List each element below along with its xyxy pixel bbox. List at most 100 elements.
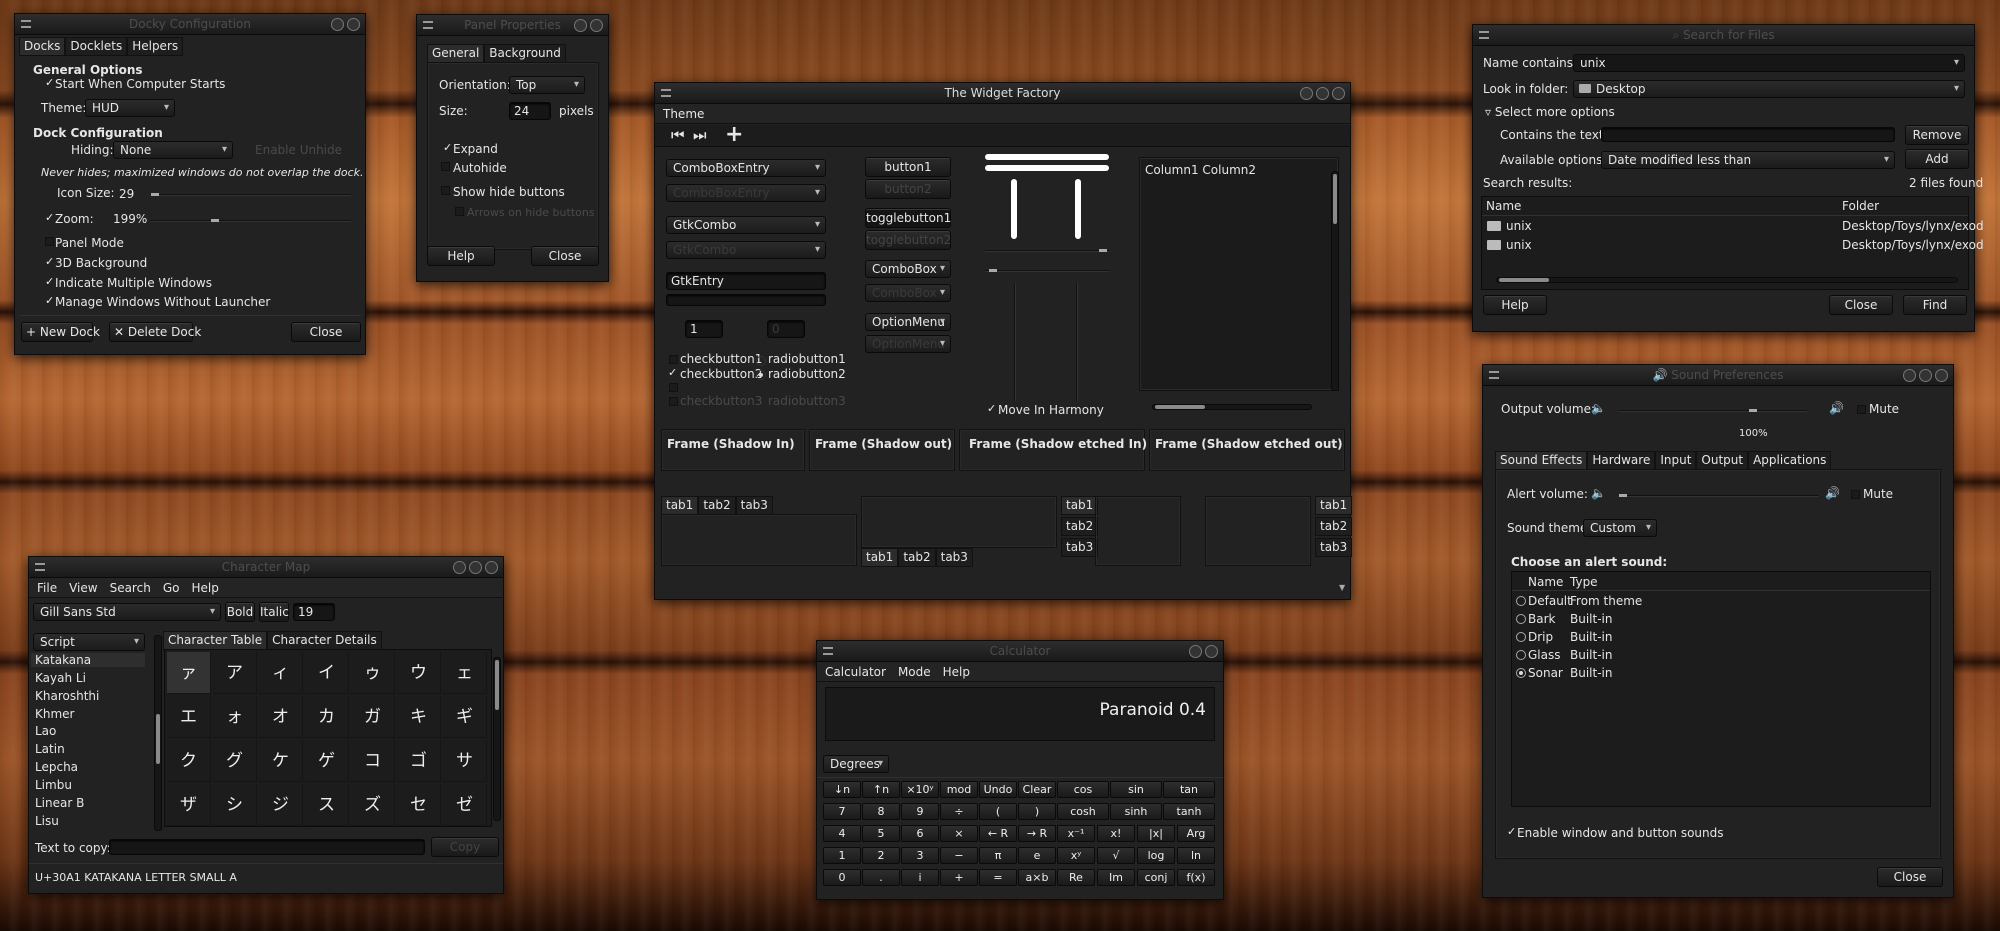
close-icon[interactable] bbox=[590, 19, 603, 32]
arrows-box[interactable] bbox=[455, 207, 464, 216]
calc-key[interactable]: 2 bbox=[862, 847, 900, 864]
gtk-entry-disabled[interactable] bbox=[666, 294, 826, 306]
mute-checkbox[interactable]: Mute bbox=[1869, 402, 1899, 416]
minimize-icon[interactable] bbox=[331, 18, 344, 31]
script-item-katakana[interactable]: Katakana bbox=[31, 653, 145, 667]
calc-key[interactable]: . bbox=[862, 869, 900, 886]
autohide-box[interactable] bbox=[441, 162, 450, 171]
show-hide-box[interactable] bbox=[441, 186, 450, 195]
character-cell[interactable]: ア bbox=[213, 652, 257, 694]
output-volume-slider[interactable] bbox=[1619, 410, 1807, 412]
character-cell[interactable]: エ bbox=[167, 696, 211, 738]
tab2[interactable]: tab2 bbox=[1061, 517, 1099, 536]
bold-button[interactable]: Bold bbox=[225, 602, 255, 622]
calc-key[interactable]: x! bbox=[1097, 825, 1135, 842]
tab2[interactable]: tab2 bbox=[698, 496, 736, 515]
titlebar[interactable]: 🔊 Sound Preferences bbox=[1483, 365, 1953, 386]
list-item[interactable]: Glass Built-in bbox=[1512, 646, 1930, 663]
character-cell[interactable]: ギ bbox=[443, 696, 487, 738]
maximize-icon[interactable] bbox=[1316, 87, 1329, 100]
hscale-2-thumb[interactable] bbox=[989, 269, 997, 272]
button1[interactable]: button1 bbox=[865, 157, 951, 177]
calc-key[interactable]: |x| bbox=[1137, 825, 1175, 842]
close-button[interactable]: Close bbox=[1877, 867, 1943, 887]
list-item[interactable]: Default From theme bbox=[1512, 592, 1930, 609]
calc-key[interactable]: → R bbox=[1018, 825, 1056, 842]
calc-key[interactable]: conj bbox=[1137, 869, 1175, 886]
character-cell[interactable]: ゥ bbox=[351, 652, 395, 694]
alert-volume-thumb[interactable] bbox=[1619, 494, 1627, 497]
radiobutton1[interactable]: radiobutton1 bbox=[768, 352, 846, 366]
calc-key[interactable]: ln bbox=[1177, 847, 1215, 864]
calc-key[interactable]: 9 bbox=[901, 803, 939, 820]
expand-checkbox[interactable]: Expand bbox=[453, 142, 498, 156]
close-icon[interactable] bbox=[485, 561, 498, 574]
calc-key[interactable]: 1 bbox=[823, 847, 861, 864]
menu-view[interactable]: View bbox=[69, 581, 97, 595]
script-item[interactable]: Lepcha bbox=[35, 760, 78, 774]
tab-hardware[interactable]: Hardware bbox=[1587, 451, 1656, 470]
gtkcombo-2[interactable]: GtkCombo bbox=[666, 241, 826, 259]
calc-key[interactable]: ← R bbox=[979, 825, 1017, 842]
calc-key[interactable]: − bbox=[940, 847, 978, 864]
calc-key[interactable]: ( bbox=[979, 803, 1017, 820]
comboboxentry-2[interactable]: ComboBoxEntry bbox=[666, 184, 826, 202]
script-item[interactable]: Lao bbox=[35, 724, 56, 738]
character-cell[interactable]: ジ bbox=[259, 784, 303, 826]
close-button[interactable]: Close bbox=[531, 246, 599, 266]
column-name-header[interactable]: Name bbox=[1528, 575, 1563, 589]
character-cell[interactable]: ェ bbox=[443, 652, 487, 694]
calc-key[interactable]: Undo bbox=[979, 781, 1017, 798]
character-cell[interactable]: ァ bbox=[167, 652, 211, 694]
character-cell[interactable]: ィ bbox=[259, 652, 303, 694]
calc-key[interactable]: ) bbox=[1018, 803, 1056, 820]
combobox-1[interactable]: ComboBox bbox=[865, 260, 951, 278]
tree-view-header[interactable]: Column1 Column2 bbox=[1145, 163, 1256, 177]
start-on-login-checkbox[interactable]: Start When Computer Starts bbox=[55, 77, 225, 91]
alert-mute-box[interactable] bbox=[1851, 490, 1860, 499]
calc-key[interactable]: Im bbox=[1097, 869, 1135, 886]
show-hide-buttons-checkbox[interactable]: Show hide buttons bbox=[453, 185, 565, 199]
radio[interactable] bbox=[1516, 650, 1526, 660]
results-hscrollbar[interactable] bbox=[1496, 277, 1958, 283]
calc-key[interactable]: i bbox=[901, 869, 939, 886]
checkbutton2[interactable]: checkbutton2 bbox=[680, 367, 762, 381]
menu-go[interactable]: Go bbox=[163, 581, 180, 595]
calc-key[interactable]: π bbox=[979, 847, 1017, 864]
copy-button[interactable]: Copy bbox=[431, 837, 499, 857]
list-item[interactable]: Drip Built-in bbox=[1512, 628, 1930, 645]
tab-character-table[interactable]: Character Table bbox=[163, 631, 268, 650]
titlebar[interactable]: ⌕ Search for Files bbox=[1473, 25, 1974, 46]
script-item[interactable]: Limbu bbox=[35, 778, 72, 792]
calc-key[interactable]: × bbox=[940, 825, 978, 842]
available-options-select[interactable]: Date modified less than bbox=[1601, 151, 1895, 169]
minimize-icon[interactable] bbox=[1189, 645, 1202, 658]
calc-key[interactable]: 3 bbox=[901, 847, 939, 864]
script-item[interactable]: Latin bbox=[35, 742, 65, 756]
vscale-1[interactable] bbox=[1014, 283, 1016, 401]
hscale-2[interactable] bbox=[985, 270, 1109, 272]
menu-file[interactable]: File bbox=[37, 581, 57, 595]
look-in-folder-select[interactable]: Desktop bbox=[1573, 80, 1965, 98]
calc-key[interactable]: 5 bbox=[862, 825, 900, 842]
list-item[interactable]: Sonar Built-in bbox=[1512, 664, 1930, 681]
size-spinbox[interactable]: 24 bbox=[509, 102, 551, 120]
character-cell[interactable]: ケ bbox=[259, 740, 303, 782]
resize-grip-icon[interactable]: ▼ bbox=[1339, 583, 1345, 592]
font-select[interactable]: Gill Sans Std bbox=[33, 603, 221, 621]
spin-button-2[interactable]: 0 bbox=[767, 320, 805, 338]
script-item[interactable]: Khmer bbox=[35, 707, 74, 721]
character-cell[interactable]: シ bbox=[213, 784, 257, 826]
menu-help[interactable]: Help bbox=[191, 581, 218, 595]
calc-key[interactable]: sinh bbox=[1110, 803, 1162, 820]
help-button[interactable]: Help bbox=[1483, 295, 1547, 315]
calc-key[interactable]: √ bbox=[1097, 847, 1135, 864]
character-cell[interactable]: ズ bbox=[351, 784, 395, 826]
tab1[interactable]: tab1 bbox=[861, 548, 899, 567]
icon-size-thumb[interactable] bbox=[151, 193, 159, 196]
script-item[interactable]: Kharoshthi bbox=[35, 689, 99, 703]
minimize-icon[interactable] bbox=[574, 19, 587, 32]
new-dock-button[interactable]: + New Dock bbox=[21, 322, 100, 342]
radio[interactable] bbox=[1516, 614, 1526, 624]
character-cell[interactable]: カ bbox=[305, 696, 349, 738]
